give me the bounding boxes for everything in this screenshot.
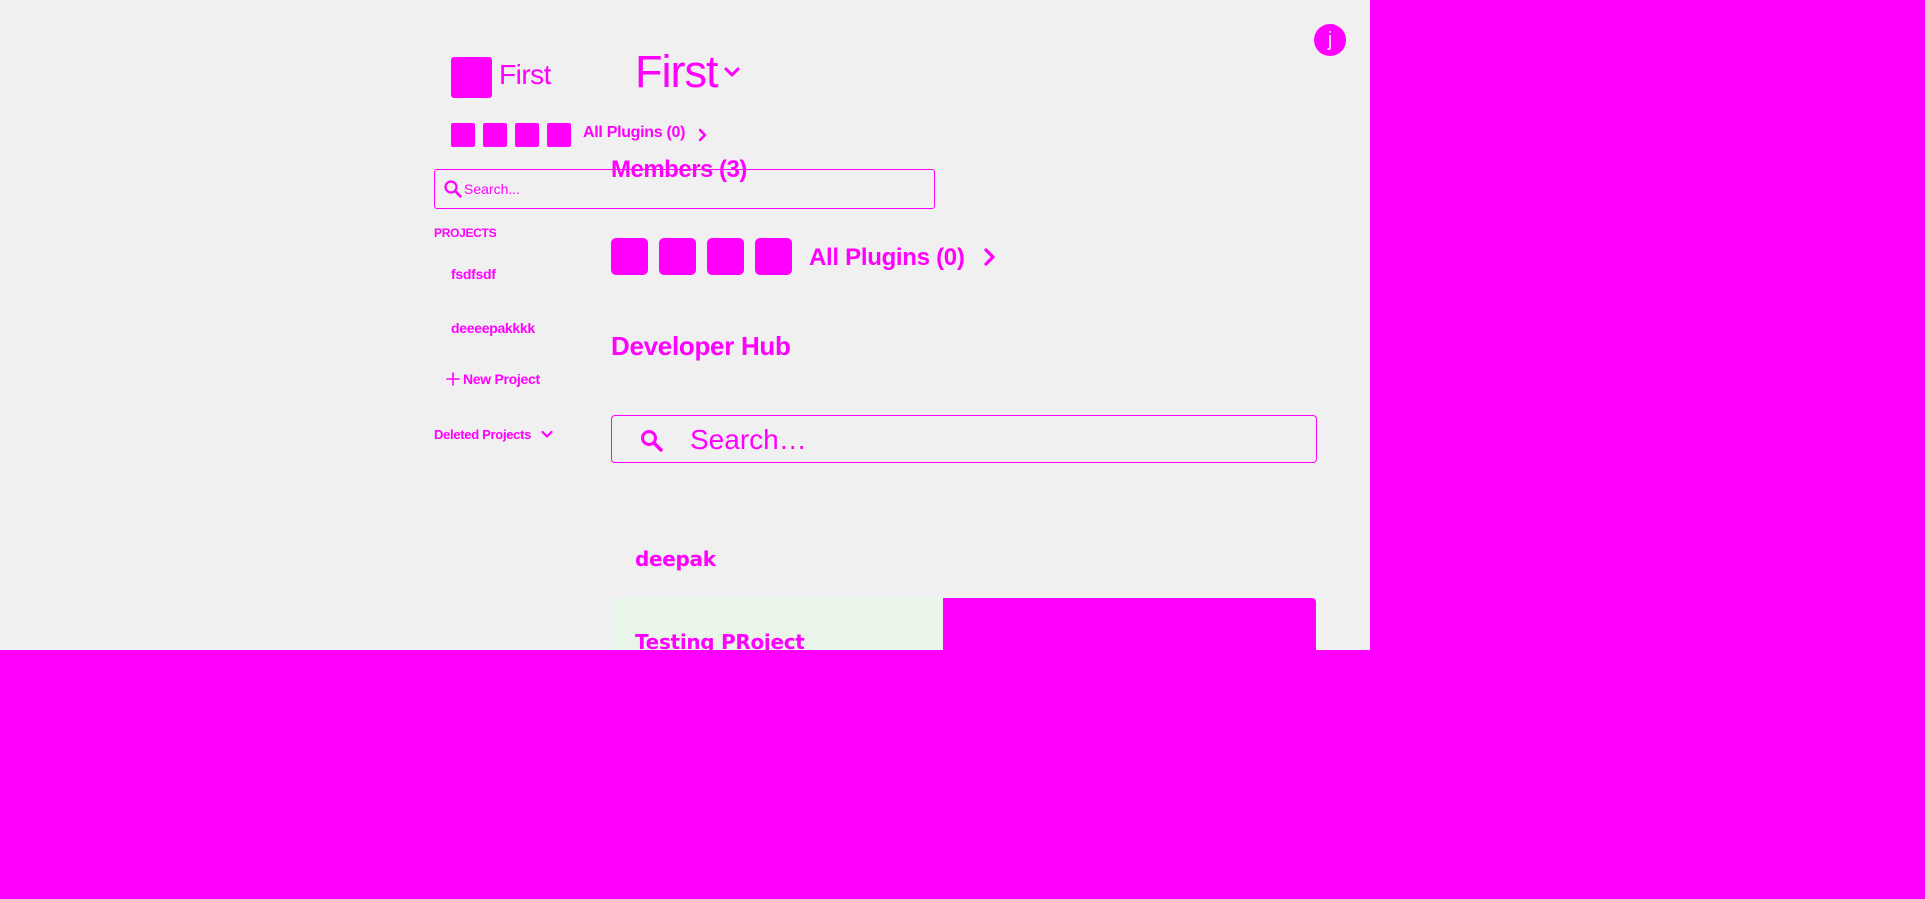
projects-heading: PROJECTS [434,226,497,240]
workspace-name[interactable]: First [499,59,551,91]
developer-hub-heading: Developer Hub [611,331,791,361]
plugin-slot-3[interactable] [707,238,744,275]
members-heading[interactable]: Members (3) [611,156,747,184]
new-project-button[interactable]: New Project [446,371,540,387]
sidebar-all-plugins-link[interactable]: All Plugins (0) [583,124,685,142]
sidebar-project-item[interactable]: fsdfsdf [451,266,496,282]
app-viewport: First All Plugins (0) PROJECTS fsdfsdf d… [0,0,1370,650]
chevron-down-icon [541,430,553,438]
developer-hub-search-input[interactable] [690,424,1290,456]
search-icon [444,180,462,198]
plugin-slot-1[interactable] [611,238,648,275]
project-card-panel [943,598,1316,650]
deleted-projects-label: Deleted Projects [434,427,532,442]
chevron-right-icon[interactable] [698,127,708,143]
developer-hub-search[interactable] [611,415,1317,463]
workspace-logo[interactable] [451,57,492,98]
project-card[interactable]: Testing PRoject [611,598,943,650]
plugin-slot-2[interactable] [659,238,696,275]
sidebar-plugin-slot-2[interactable] [483,123,507,147]
user-avatar[interactable]: j [1314,24,1346,56]
project-title: First [635,46,718,97]
sidebar-plugin-slot-1[interactable] [451,123,475,147]
project-card-title: Testing PRoject [635,630,805,650]
chevron-down-icon [724,67,740,77]
chevron-right-icon[interactable] [983,246,997,268]
project-card[interactable]: deepak [611,531,1317,591]
sidebar-plugin-slot-3[interactable] [515,123,539,147]
project-card-title: deepak [635,547,716,571]
plus-icon [446,372,460,386]
all-plugins-link[interactable]: All Plugins (0) [809,244,965,272]
search-icon [641,430,663,452]
plugin-slot-4[interactable] [755,238,792,275]
sidebar-project-item[interactable]: deeeepakkkk [451,320,535,336]
project-title-dropdown[interactable]: First [635,46,741,98]
sidebar-plugin-slot-4[interactable] [547,123,571,147]
deleted-projects-toggle[interactable]: Deleted Projects [434,427,553,442]
new-project-label: New Project [463,371,540,387]
